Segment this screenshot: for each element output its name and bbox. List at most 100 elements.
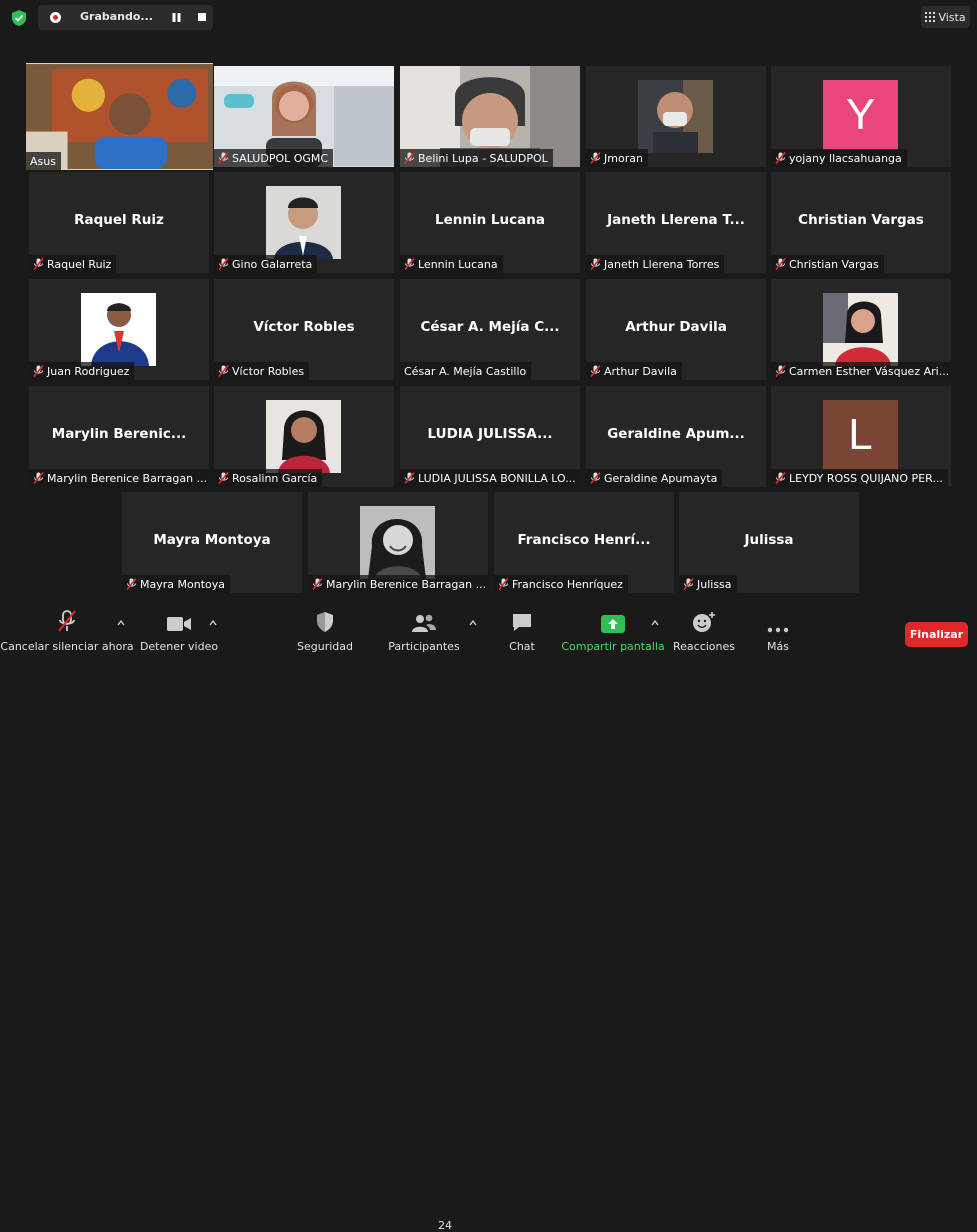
participant-name: Janeth Llerena Torres [604,257,720,271]
participant-name: Jmoran [604,151,643,165]
participant-name-label: Víctor Robles [214,362,310,380]
participant-tile[interactable]: Asus [26,63,213,170]
participant-name-label: Marylin Berenice Barragan ... [29,469,209,487]
participant-display-name: Mayra Montoya [153,532,271,548]
mic-muted-icon [218,365,229,377]
participant-name: César A. Mejía Castillo [404,364,527,378]
participant-name: Marylin Berenice Barragan ... [47,471,208,485]
mic-muted-icon [498,578,509,590]
record-icon [50,12,61,23]
security-shield-icon [317,612,333,632]
chevron-up-icon[interactable] [469,619,477,627]
chevron-up-icon[interactable] [209,619,217,627]
end-meeting-button[interactable]: Finalizar [905,622,968,647]
participant-name: Carmen Esther Vásquez Ari... [789,364,950,378]
participant-tile[interactable]: Julissa Julissa [679,492,859,593]
chat-button[interactable]: Chat [502,603,542,663]
mic-muted-icon [590,258,601,270]
participant-tile[interactable]: Janeth Llerena T... Janeth Llerena Torres [586,172,766,273]
participant-tile[interactable]: Gino Galarreta [214,172,394,273]
participants-count: 24 [438,1219,452,1232]
stop-video-button[interactable]: Detener video [140,603,218,663]
participant-display-name: Christian Vargas [798,212,924,228]
participant-name: Gino Galarreta [232,257,313,271]
mic-muted-icon [218,472,229,484]
participant-name-label: Julissa [679,575,737,593]
participant-name: Julissa [697,577,732,591]
participant-tile[interactable]: Yyojany llacsahuanga [771,66,951,167]
chevron-up-icon[interactable] [651,619,659,627]
participant-name: Raquel Ruiz [47,257,112,271]
participant-name-label: Janeth Llerena Torres [586,255,725,273]
participant-tile[interactable]: Juan Rodriguez [29,279,209,380]
participant-tile[interactable]: Marylin Berenice Barragan ... [308,492,488,593]
participant-tile[interactable]: LUDIA JULISSA... LUDIA JULISSA BONILLA LO… [400,386,580,487]
participant-tile[interactable]: Lennin Lucana Lennin Lucana [400,172,580,273]
mic-muted-icon [404,152,415,164]
participant-name-label: Lennin Lucana [400,255,503,273]
recording-label: Grabando... [80,10,153,23]
participant-name-label: Arthur Davila [586,362,682,380]
participant-name-label: Carmen Esther Vásquez Ari... [771,362,951,380]
reactions-button[interactable]: Reacciones [672,603,736,663]
participant-name-label: Mayra Montoya [122,575,230,593]
pause-recording-icon[interactable] [172,13,181,22]
participant-tile[interactable]: Christian Vargas Christian Vargas [771,172,951,273]
recording-indicator: Grabando... [38,5,213,30]
participant-tile[interactable]: Carmen Esther Vásquez Ari... [771,279,951,380]
mic-muted-icon [775,472,786,484]
participant-display-name: Arthur Davila [625,319,727,335]
participant-name-label: César A. Mejía Castillo [400,362,532,380]
top-bar: Grabando... Vista [0,0,977,36]
participants-label: Participantes [388,640,460,653]
unmute-label: Cancelar silenciar ahora [0,640,134,653]
participant-tile[interactable]: Raquel Ruiz Raquel Ruiz [29,172,209,273]
more-button[interactable]: Más [758,603,798,663]
participants-icon [412,614,436,632]
participant-tile[interactable]: Rosalinn García [214,386,394,487]
reactions-label: Reacciones [672,640,735,653]
participant-photo [81,293,156,366]
participant-tile[interactable]: Víctor Robles Víctor Robles [214,279,394,380]
stop-video-label: Detener video [139,640,219,653]
participant-tile[interactable]: Arthur Davila Arthur Davila [586,279,766,380]
participant-tile[interactable]: Belini Lupa - SALUDPOL [400,66,580,167]
mic-muted-icon [312,578,323,590]
mic-muted-icon [775,365,786,377]
security-label: Seguridad [297,640,353,653]
participant-tile[interactable]: SALUDPOL OGMC [214,66,394,167]
participant-name: yojany llacsahuanga [789,151,902,165]
participant-name: Juan Rodriguez [47,364,130,378]
participant-photo [266,400,341,473]
participant-display-name: Janeth Llerena T... [607,212,745,228]
participant-name-label: Juan Rodriguez [29,362,135,380]
participant-tile[interactable]: Mayra Montoya Mayra Montoya [122,492,302,593]
participant-tile[interactable]: Geraldine Apum... Geraldine Apumayta [586,386,766,487]
participants-button[interactable]: Participantes [388,603,460,663]
participant-tile[interactable]: Marylin Berenic... Marylin Berenice Barra… [29,386,209,487]
participant-name-label: yojany llacsahuanga [771,149,907,167]
participant-tile[interactable]: César A. Mejía C... César A. Mejía Castil… [400,279,580,380]
shield-icon[interactable] [11,9,27,27]
mic-muted-icon [590,472,601,484]
view-button[interactable]: Vista [921,6,970,28]
participant-tile[interactable]: L LEYDY ROSS QUIJANO PER... [771,386,951,487]
participant-name: Francisco Henríquez [512,577,623,591]
participant-name-label: LUDIA JULISSA BONILLA LO... [400,469,580,487]
participant-display-name: LUDIA JULISSA... [427,426,553,442]
participant-tile[interactable]: Jmoran [586,66,766,167]
participant-name: SALUDPOL OGMC [232,151,329,165]
share-screen-button[interactable]: Compartir pantalla [561,603,665,663]
participant-avatar: L [823,400,898,470]
participant-photo [266,186,341,259]
security-button[interactable]: Seguridad [296,603,354,663]
unmute-button[interactable]: Cancelar silenciar ahora [0,603,134,663]
participant-display-name: Lennin Lucana [435,212,545,228]
participant-name-label: Jmoran [586,149,648,167]
mic-muted-icon [404,472,415,484]
participant-tile[interactable]: Francisco Henrí... Francisco Henríquez [494,492,674,593]
chat-label: Chat [509,640,535,653]
participant-name-label: SALUDPOL OGMC [214,149,334,167]
chevron-up-icon[interactable] [117,619,125,627]
stop-recording-icon[interactable] [198,13,206,21]
